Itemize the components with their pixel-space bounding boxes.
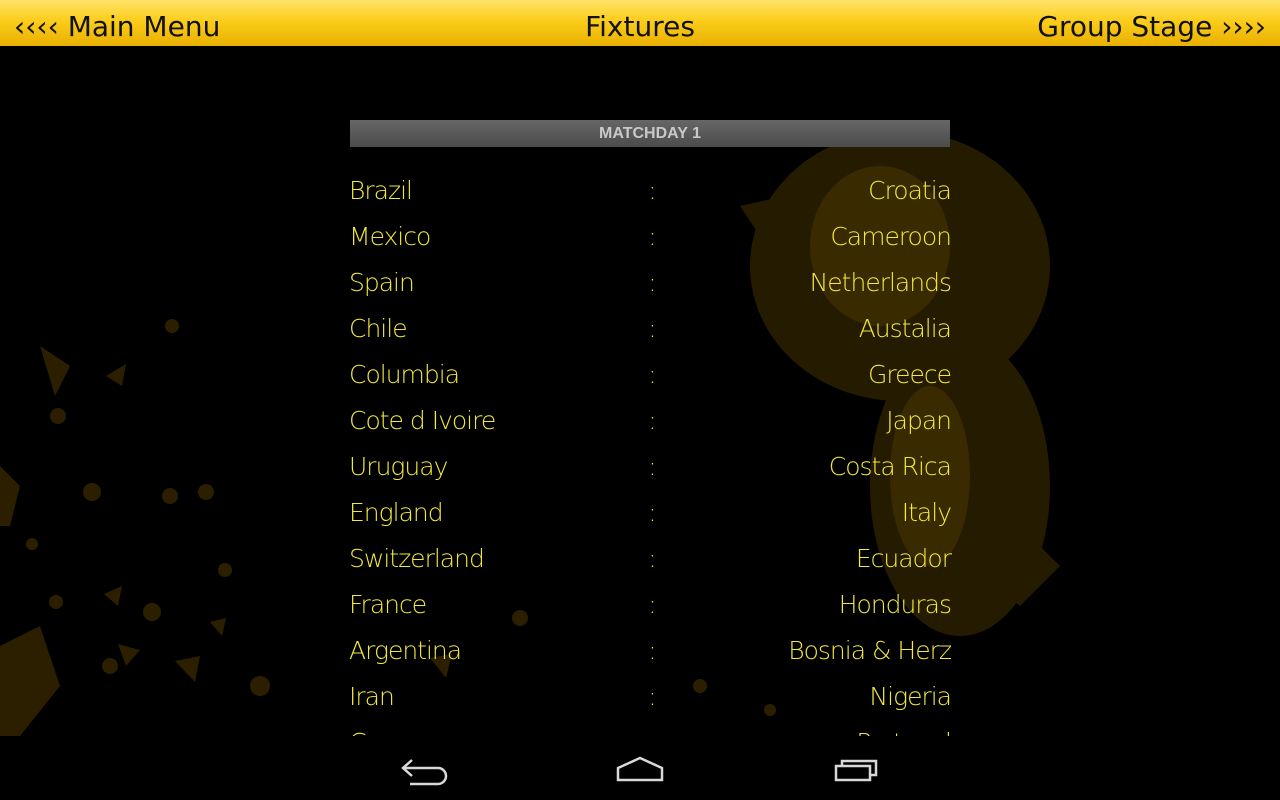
versus-separator: : <box>648 268 656 297</box>
away-team: Greece <box>868 360 952 389</box>
fixture-row[interactable]: Uruguay : Costa Rica <box>349 444 952 490</box>
home-team: Argentina <box>349 636 462 665</box>
fixture-row[interactable]: G : Portugal <box>349 720 952 736</box>
fixtures-list: Brazil : Croatia Mexico : Cameroon Spain… <box>349 168 952 736</box>
home-icon <box>616 756 664 782</box>
home-team: Switzerland <box>349 544 485 573</box>
fixture-row[interactable]: Switzerland : Ecuador <box>349 536 952 582</box>
fixture-row[interactable]: Columbia : Greece <box>349 352 952 398</box>
home-team: England <box>349 498 444 527</box>
versus-separator: : <box>648 590 656 619</box>
away-team: Cameroon <box>830 222 952 251</box>
away-team: Austalia <box>858 314 952 343</box>
away-team: Nigeria <box>869 682 952 711</box>
group-stage-button[interactable]: Group Stage ›››› <box>1037 0 1266 46</box>
versus-separator: : <box>648 452 656 481</box>
versus-separator: : <box>648 222 656 251</box>
fixture-row[interactable]: Chile : Austalia <box>349 306 952 352</box>
away-team: Italy <box>901 498 952 527</box>
fixture-row[interactable]: Argentina : Bosnia & Herz <box>349 628 952 674</box>
versus-separator: : <box>648 406 656 435</box>
home-team: G <box>349 725 368 736</box>
versus-separator: : <box>648 682 656 711</box>
fixture-row[interactable]: Mexico : Cameroon <box>349 214 952 260</box>
fixture-row[interactable]: Brazil : Croatia <box>349 168 952 214</box>
versus-separator: : <box>648 314 656 343</box>
fixture-row[interactable]: Iran : Nigeria <box>349 674 952 720</box>
fixture-row[interactable]: Cote d Ivoire : Japan <box>349 398 952 444</box>
home-button[interactable] <box>610 750 670 790</box>
matchday-header: MATCHDAY 1 <box>350 120 950 147</box>
home-team: France <box>349 590 427 619</box>
home-team: Uruguay <box>349 452 448 481</box>
away-team: Bosnia & Herz <box>788 636 952 665</box>
fixture-row[interactable]: Spain : Netherlands <box>349 260 952 306</box>
system-navigation-bar <box>0 736 1280 800</box>
home-team: Spain <box>349 268 415 297</box>
versus-separator: : <box>648 636 656 665</box>
away-team: Netherlands <box>809 268 952 297</box>
home-team: Chile <box>349 314 408 343</box>
away-team: Croatia <box>868 176 952 205</box>
fixture-row[interactable]: France : Honduras <box>349 582 952 628</box>
top-bar: ‹‹‹‹ Main Menu Fixtures Group Stage ›››› <box>0 0 1280 46</box>
versus-separator: : <box>648 360 656 389</box>
away-team: Costa Rica <box>828 452 952 481</box>
away-team: Honduras <box>838 590 952 619</box>
fixture-row[interactable]: England : Italy <box>349 490 952 536</box>
versus-separator: : <box>648 498 656 527</box>
recent-apps-button[interactable] <box>828 750 888 790</box>
back-arrow-icon <box>401 759 448 786</box>
home-team: Columbia <box>349 360 460 389</box>
away-team: Ecuador <box>855 544 952 573</box>
home-team: Brazil <box>349 176 413 205</box>
home-team: Iran <box>349 682 395 711</box>
versus-separator: : <box>648 544 656 573</box>
fixtures-panel: MATCHDAY 1 Brazil : Croatia Mexico : Cam… <box>0 46 1280 736</box>
home-team: Cote d Ivoire <box>349 406 496 435</box>
versus-separator: : <box>647 725 657 736</box>
away-team: Portugal <box>856 725 952 736</box>
back-button[interactable] <box>394 750 454 790</box>
home-team: Mexico <box>349 222 431 251</box>
versus-separator: : <box>648 176 656 205</box>
away-team: Japan <box>886 406 952 435</box>
recent-apps-icon <box>834 759 878 782</box>
